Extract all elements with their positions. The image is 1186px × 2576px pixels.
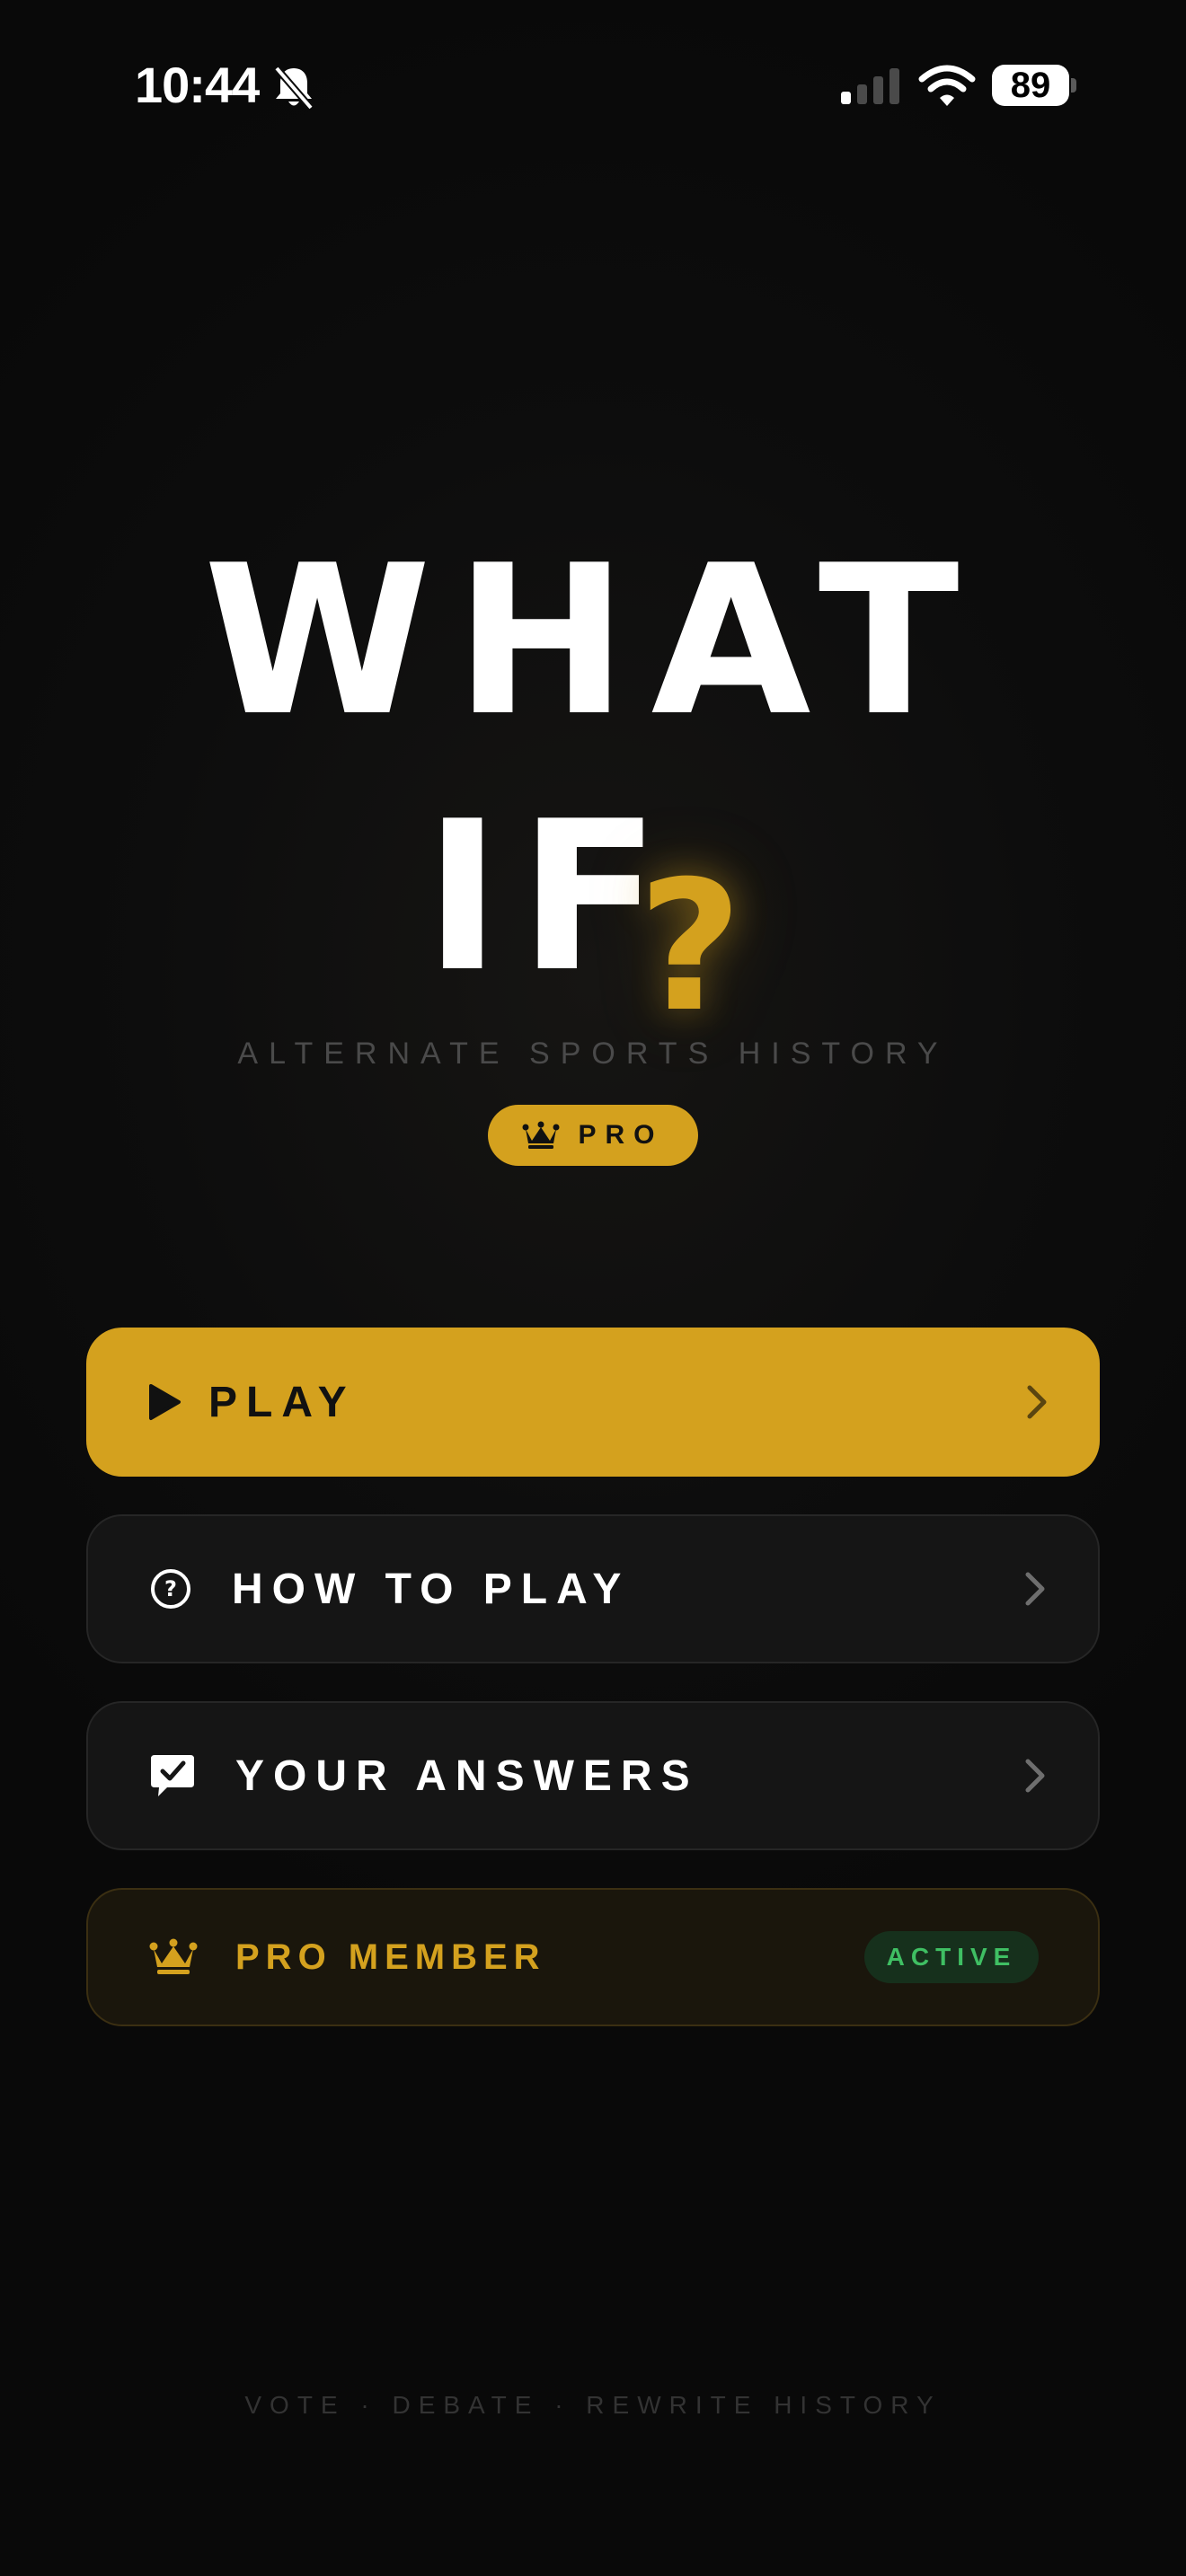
pro-badge-label: PRO [578,1120,664,1150]
how-to-play-button[interactable]: ? HOW TO PLAY [86,1514,1100,1663]
play-button-label: PLAY [208,1378,356,1426]
chevron-right-icon [1027,1385,1047,1419]
battery-icon: 89 [992,65,1069,106]
subtitle: ALTERNATE SPORTS HISTORY [237,1037,949,1071]
chevron-right-icon [1025,1759,1045,1793]
your-answers-label: YOUR ANSWERS [235,1751,699,1800]
play-button[interactable]: PLAY [86,1328,1100,1477]
chevron-right-icon [1025,1572,1045,1606]
play-icon [147,1383,181,1421]
crown-icon [522,1121,560,1149]
question-circle-icon: ? [149,1567,192,1610]
footer-tagline: VOTE · DEBATE · REWRITE HISTORY [244,2391,942,2419]
bell-slash-icon [273,66,314,110]
how-to-play-label: HOW TO PLAY [232,1565,631,1613]
status-badge: ACTIVE [864,1931,1039,1983]
pro-badge: PRO [488,1105,698,1166]
your-answers-button[interactable]: YOUR ANSWERS [86,1701,1100,1850]
svg-text:?: ? [164,1576,177,1601]
pro-member-button[interactable]: PRO MEMBER ACTIVE [86,1888,1100,2026]
title-question-mark: ? [638,842,743,1052]
battery-level: 89 [1010,65,1051,105]
crown-icon [149,1938,198,1976]
status-time: 10:44 [135,57,260,113]
title-what: WHAT [203,522,983,762]
battery-cap [1071,78,1076,93]
chat-check-icon [149,1753,196,1798]
wifi-icon [918,65,976,106]
cellular-signal-icon [841,68,899,104]
pro-member-label: PRO MEMBER [235,1936,546,1977]
